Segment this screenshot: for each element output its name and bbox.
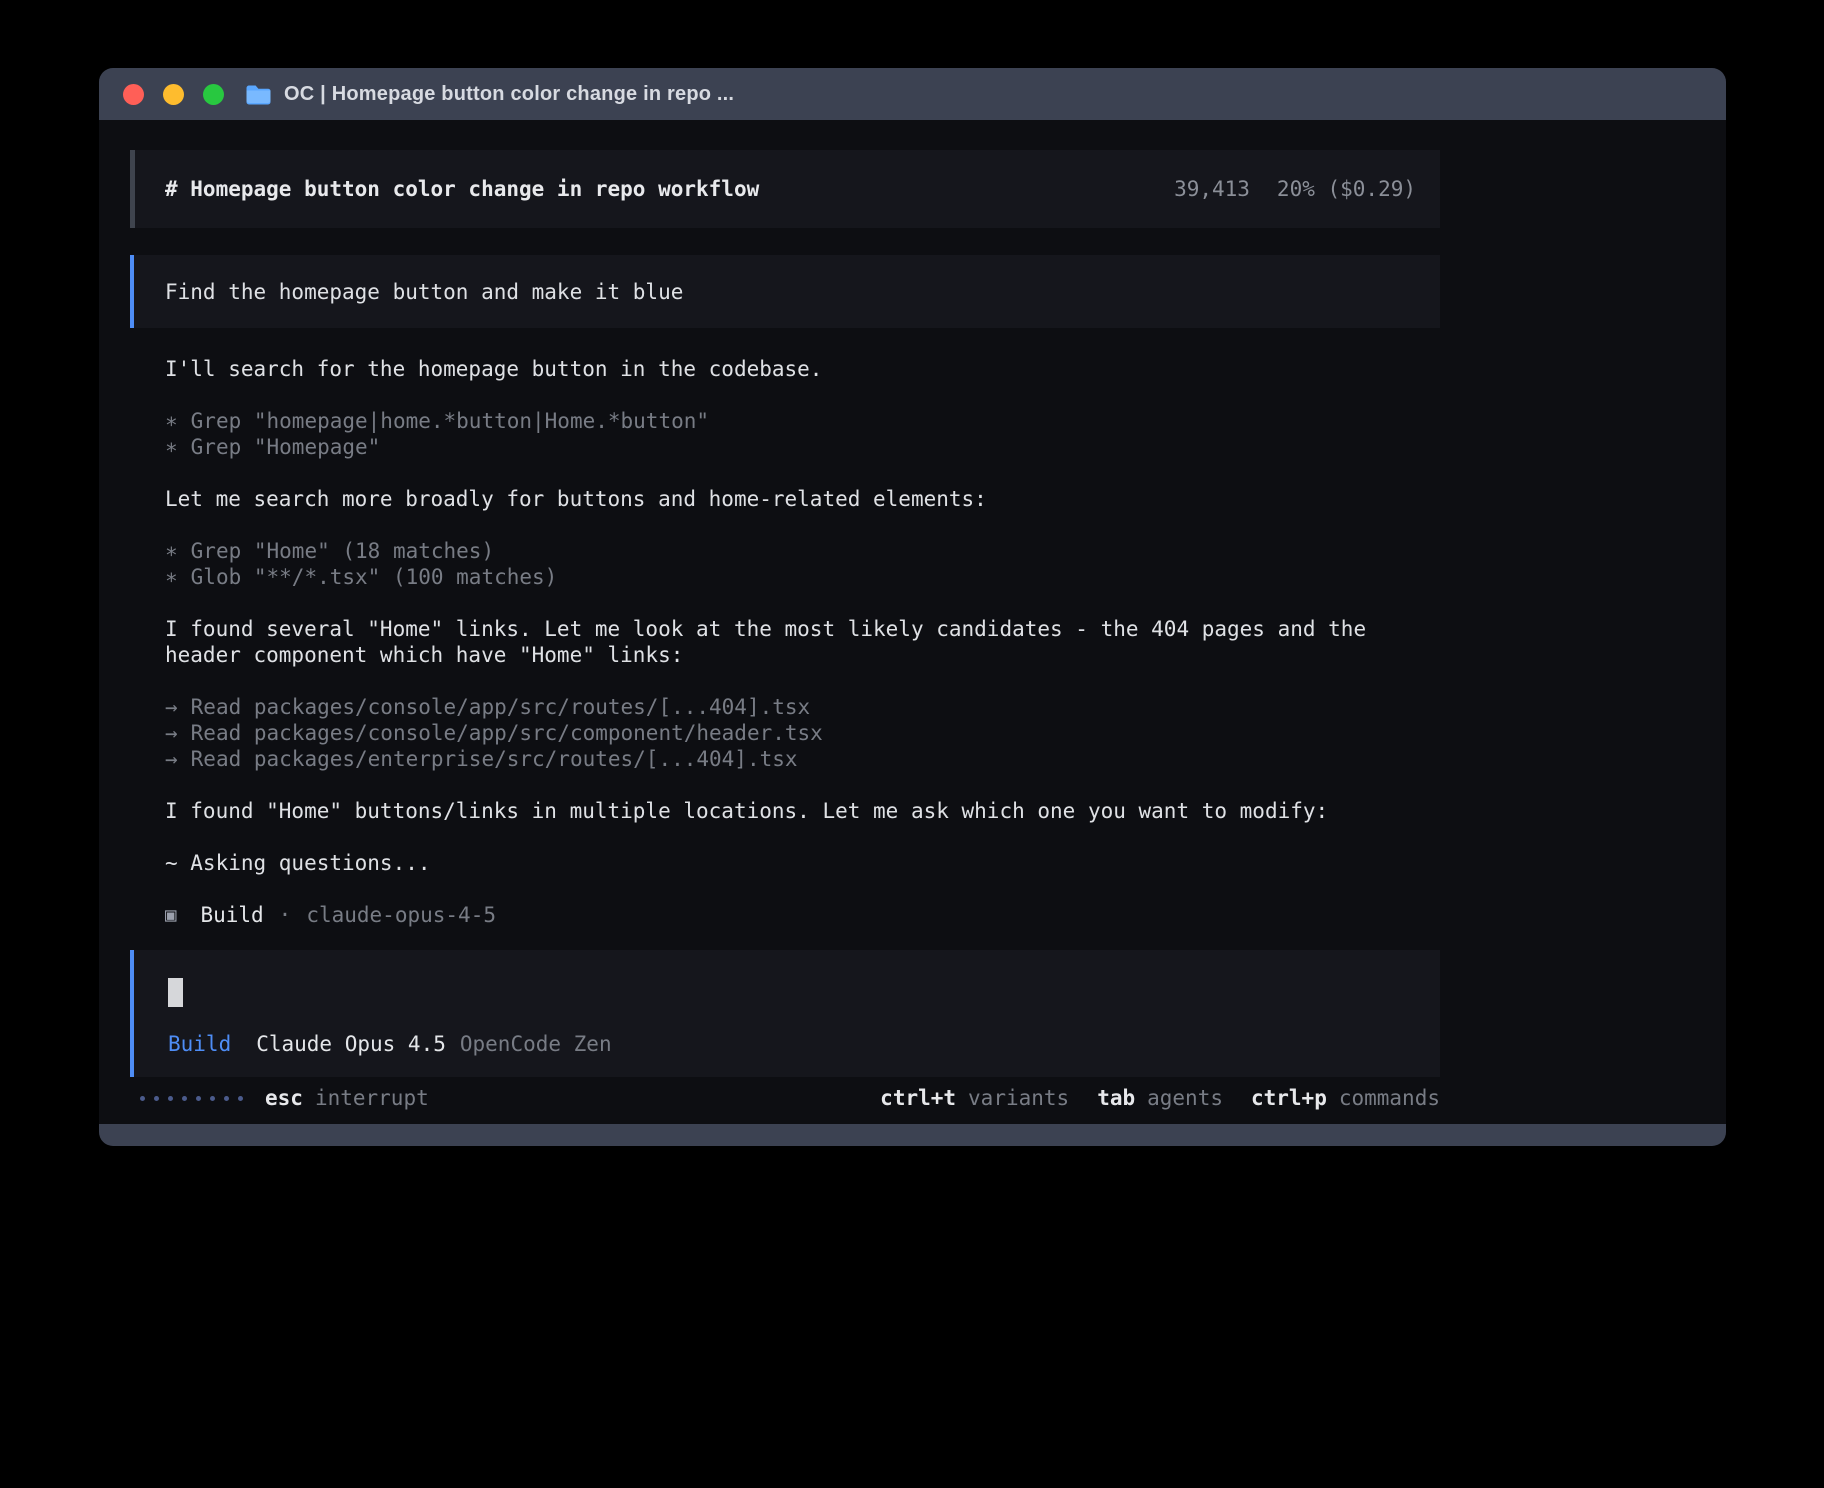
folder-icon <box>245 84 272 105</box>
assistant-text: I found "Home" buttons/links in multiple… <box>165 798 1440 824</box>
agent-square-icon: ▣ <box>165 902 176 928</box>
prompt-input[interactable]: Build Claude Opus 4.5 OpenCode Zen <box>130 950 1440 1077</box>
tool-call-label: Read packages/console/app/src/component/… <box>191 720 823 746</box>
activity-dots <box>140 1096 243 1101</box>
tool-call-read: → Read packages/console/app/src/componen… <box>165 720 1440 746</box>
arrow-right-icon: → <box>165 720 178 746</box>
ctrl-p-key-label: ctrl+p <box>1251 1085 1327 1111</box>
tool-call-read: → Read packages/enterprise/src/routes/[.… <box>165 746 1440 772</box>
tool-asterisk-icon: ∗ <box>165 538 178 564</box>
ctrl-t-key-label: ctrl+t <box>880 1085 956 1111</box>
tool-call-label: Read packages/enterprise/src/routes/[...… <box>191 746 798 772</box>
session-title: # Homepage button color change in repo w… <box>165 176 759 202</box>
user-message-text: Find the homepage button and make it blu… <box>165 279 683 305</box>
tool-call-label: Grep "Home" (18 matches) <box>191 538 494 564</box>
separator-dot: · <box>279 902 292 928</box>
status-bar: esc interrupt ctrl+t variants tab agents… <box>130 1085 1440 1111</box>
hint-interrupt: esc interrupt <box>265 1085 429 1111</box>
interrupt-label: interrupt <box>315 1085 429 1111</box>
session-stats: 39,413 20% ($0.29) <box>1174 176 1416 202</box>
arrow-right-icon: → <box>165 694 178 720</box>
agents-label: agents <box>1147 1085 1223 1111</box>
mode-label: Build <box>168 1031 231 1057</box>
tool-call-label: Read packages/console/app/src/routes/[..… <box>191 694 811 720</box>
commands-label: commands <box>1339 1085 1440 1111</box>
close-window-button[interactable] <box>123 84 144 105</box>
tool-asterisk-icon: ∗ <box>165 408 178 434</box>
window-title: OC | Homepage button color change in rep… <box>284 83 734 106</box>
tab-key-label: tab <box>1097 1085 1135 1111</box>
context-cost: 20% ($0.29) <box>1277 176 1416 202</box>
esc-key-label: esc <box>265 1085 303 1111</box>
assistant-text: Let me search more broadly for buttons a… <box>165 486 1440 512</box>
terminal-window: OC | Homepage button color change in rep… <box>99 68 1726 1146</box>
input-mode-row: Build Claude Opus 4.5 OpenCode Zen <box>168 1031 1440 1057</box>
tool-call-grep: ∗ Grep "Home" (18 matches) <box>165 538 1440 564</box>
assistant-text: I found several "Home" links. Let me loo… <box>165 616 1440 668</box>
tool-call-label: Grep "Homepage" <box>191 434 381 460</box>
window-bottom-edge <box>99 1124 1726 1146</box>
user-message: Find the homepage button and make it blu… <box>130 255 1440 328</box>
tool-call-read: → Read packages/console/app/src/routes/[… <box>165 694 1440 720</box>
agent-indicator: ▣ Build · claude-opus-4-5 <box>165 902 1726 928</box>
terminal-content: # Homepage button color change in repo w… <box>99 120 1726 1111</box>
keybinding-hints: ctrl+t variants tab agents ctrl+p comman… <box>880 1085 1440 1111</box>
window-titlebar[interactable]: OC | Homepage button color change in rep… <box>99 68 1726 120</box>
agent-model: claude-opus-4-5 <box>306 902 496 928</box>
variants-label: variants <box>968 1085 1069 1111</box>
tool-call-group: ∗ Grep "Home" (18 matches) ∗ Glob "**/*.… <box>165 538 1440 590</box>
text-cursor <box>168 978 183 1007</box>
session-header: # Homepage button color change in repo w… <box>130 150 1440 228</box>
tool-call-group: ∗ Grep "homepage|home.*button|Home.*butt… <box>165 408 1440 460</box>
token-count: 39,413 <box>1174 176 1250 202</box>
arrow-right-icon: → <box>165 746 178 772</box>
zoom-window-button[interactable] <box>203 84 224 105</box>
working-status: ~ Asking questions... <box>165 850 1440 876</box>
tool-call-grep: ∗ Grep "homepage|home.*button|Home.*butt… <box>165 408 1440 434</box>
tool-call-group: → Read packages/console/app/src/routes/[… <box>165 694 1440 772</box>
tool-asterisk-icon: ∗ <box>165 564 178 590</box>
tool-call-glob: ∗ Glob "**/*.tsx" (100 matches) <box>165 564 1440 590</box>
tool-call-label: Grep "homepage|home.*button|Home.*button… <box>191 408 709 434</box>
tool-call-grep: ∗ Grep "Homepage" <box>165 434 1440 460</box>
minimize-window-button[interactable] <box>163 84 184 105</box>
provider-label: OpenCode Zen <box>460 1031 612 1057</box>
hint-commands: ctrl+p commands <box>1251 1085 1440 1111</box>
tool-call-label: Glob "**/*.tsx" (100 matches) <box>191 564 558 590</box>
model-label: Claude Opus 4.5 <box>256 1031 446 1057</box>
tool-asterisk-icon: ∗ <box>165 434 178 460</box>
hint-agents: tab agents <box>1097 1085 1223 1111</box>
assistant-text: I'll search for the homepage button in t… <box>165 356 1440 382</box>
hint-variants: ctrl+t variants <box>880 1085 1069 1111</box>
agent-name: Build <box>200 902 263 928</box>
